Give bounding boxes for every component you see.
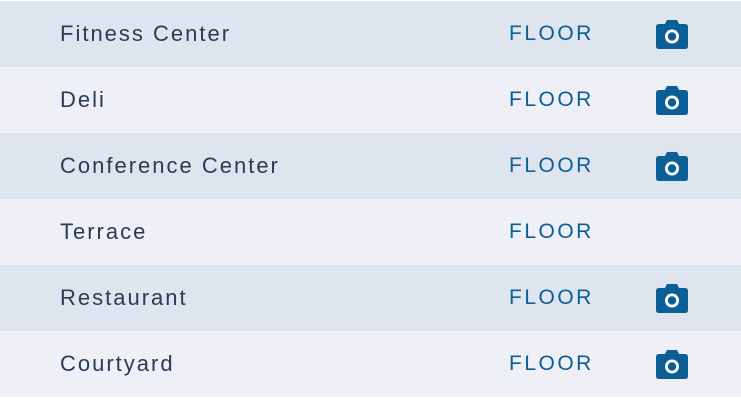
camera-icon[interactable] [656, 152, 688, 181]
amenity-name: Terrace [60, 219, 148, 244]
floor-label: FLOOR [509, 352, 594, 375]
amenity-name: Courtyard [60, 351, 175, 376]
list-item[interactable]: Restaurant FLOOR [0, 265, 741, 331]
list-item[interactable]: Conference Center FLOOR [0, 133, 741, 199]
camera-icon[interactable] [656, 86, 688, 115]
floor-label: FLOOR [509, 220, 594, 243]
floor-label: FLOOR [509, 88, 594, 111]
camera-icon[interactable] [656, 350, 688, 379]
amenity-name: Restaurant [60, 285, 188, 310]
camera-icon[interactable] [656, 20, 688, 49]
amenity-name: Fitness Center [60, 21, 232, 46]
amenity-name: Deli [60, 87, 106, 112]
amenity-name: Conference Center [60, 153, 280, 178]
floor-label: FLOOR [509, 22, 594, 45]
floor-label: FLOOR [509, 154, 594, 177]
camera-icon[interactable] [656, 284, 688, 313]
floor-label: FLOOR [509, 286, 594, 309]
list-item[interactable]: Deli FLOOR [0, 67, 741, 133]
amenity-list: Fitness Center FLOOR Deli FLOOR Conferen… [0, 0, 741, 397]
list-item[interactable]: Fitness Center FLOOR [0, 1, 741, 67]
list-item[interactable]: Terrace FLOOR [0, 199, 741, 265]
list-item[interactable]: Courtyard FLOOR [0, 331, 741, 397]
